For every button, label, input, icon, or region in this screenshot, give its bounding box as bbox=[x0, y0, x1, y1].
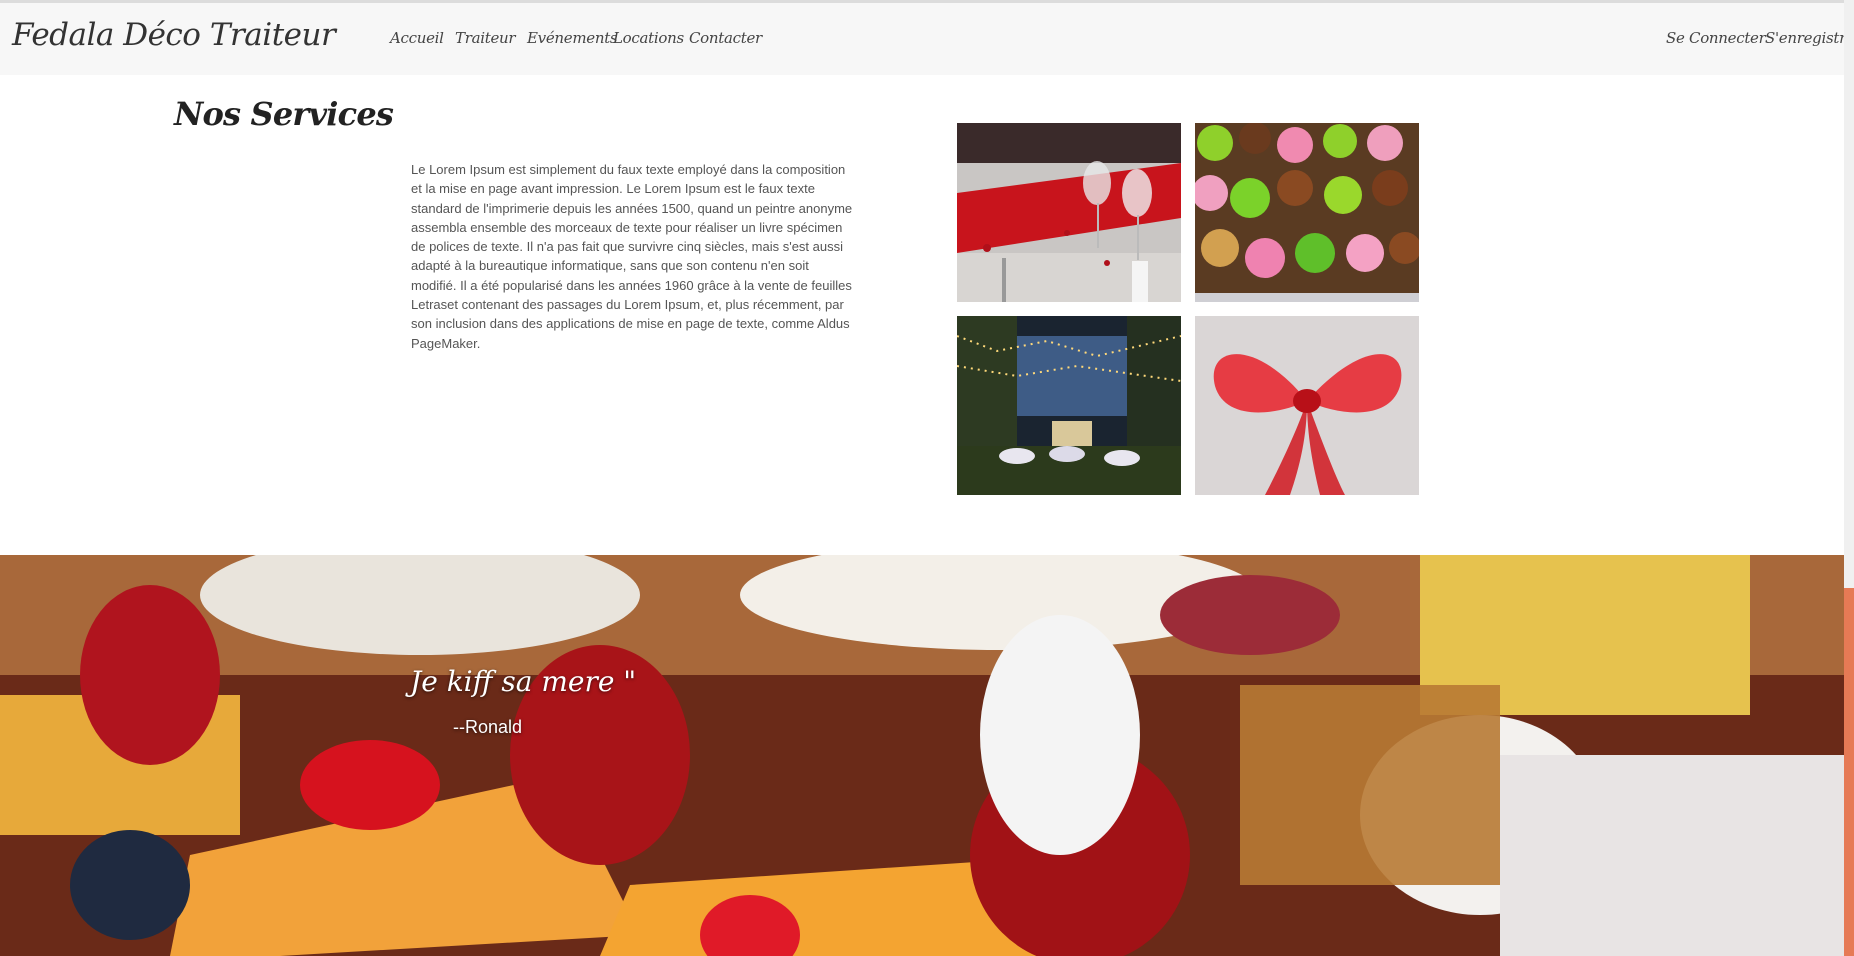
scrollbar-thumb[interactable] bbox=[1844, 588, 1854, 956]
top-navbar: Fedala Déco Traiteur Accueil Traiteur Ev… bbox=[0, 0, 1854, 75]
services-description: Le Lorem Ipsum est simplement du faux te… bbox=[411, 162, 853, 351]
cupcakes-photo bbox=[1195, 123, 1419, 302]
register-link[interactable]: S'enregistrer bbox=[1765, 29, 1854, 47]
table-setting-photo bbox=[957, 123, 1181, 302]
login-link[interactable]: Se Connecter bbox=[1666, 29, 1766, 47]
red-ribbon-photo bbox=[1195, 316, 1419, 495]
services-title: Nos Services bbox=[174, 95, 394, 133]
testimonial-banner bbox=[0, 555, 1844, 956]
nav-evenements[interactable]: Evénements bbox=[527, 29, 618, 47]
testimonial-quote: Je kiff sa mere " bbox=[410, 665, 637, 698]
nav-contacter[interactable]: Contacter bbox=[689, 29, 762, 47]
testimonial-author: --Ronald bbox=[453, 717, 523, 737]
brand-logo[interactable]: Fedala Déco Traiteur bbox=[12, 17, 336, 53]
nav-traiteur[interactable]: Traiteur bbox=[455, 29, 516, 47]
nav-accueil[interactable]: Accueil bbox=[390, 29, 444, 47]
nav-locations[interactable]: Locations bbox=[613, 29, 684, 47]
pastries-background-photo bbox=[0, 555, 1844, 956]
garden-lights-photo bbox=[957, 316, 1181, 495]
